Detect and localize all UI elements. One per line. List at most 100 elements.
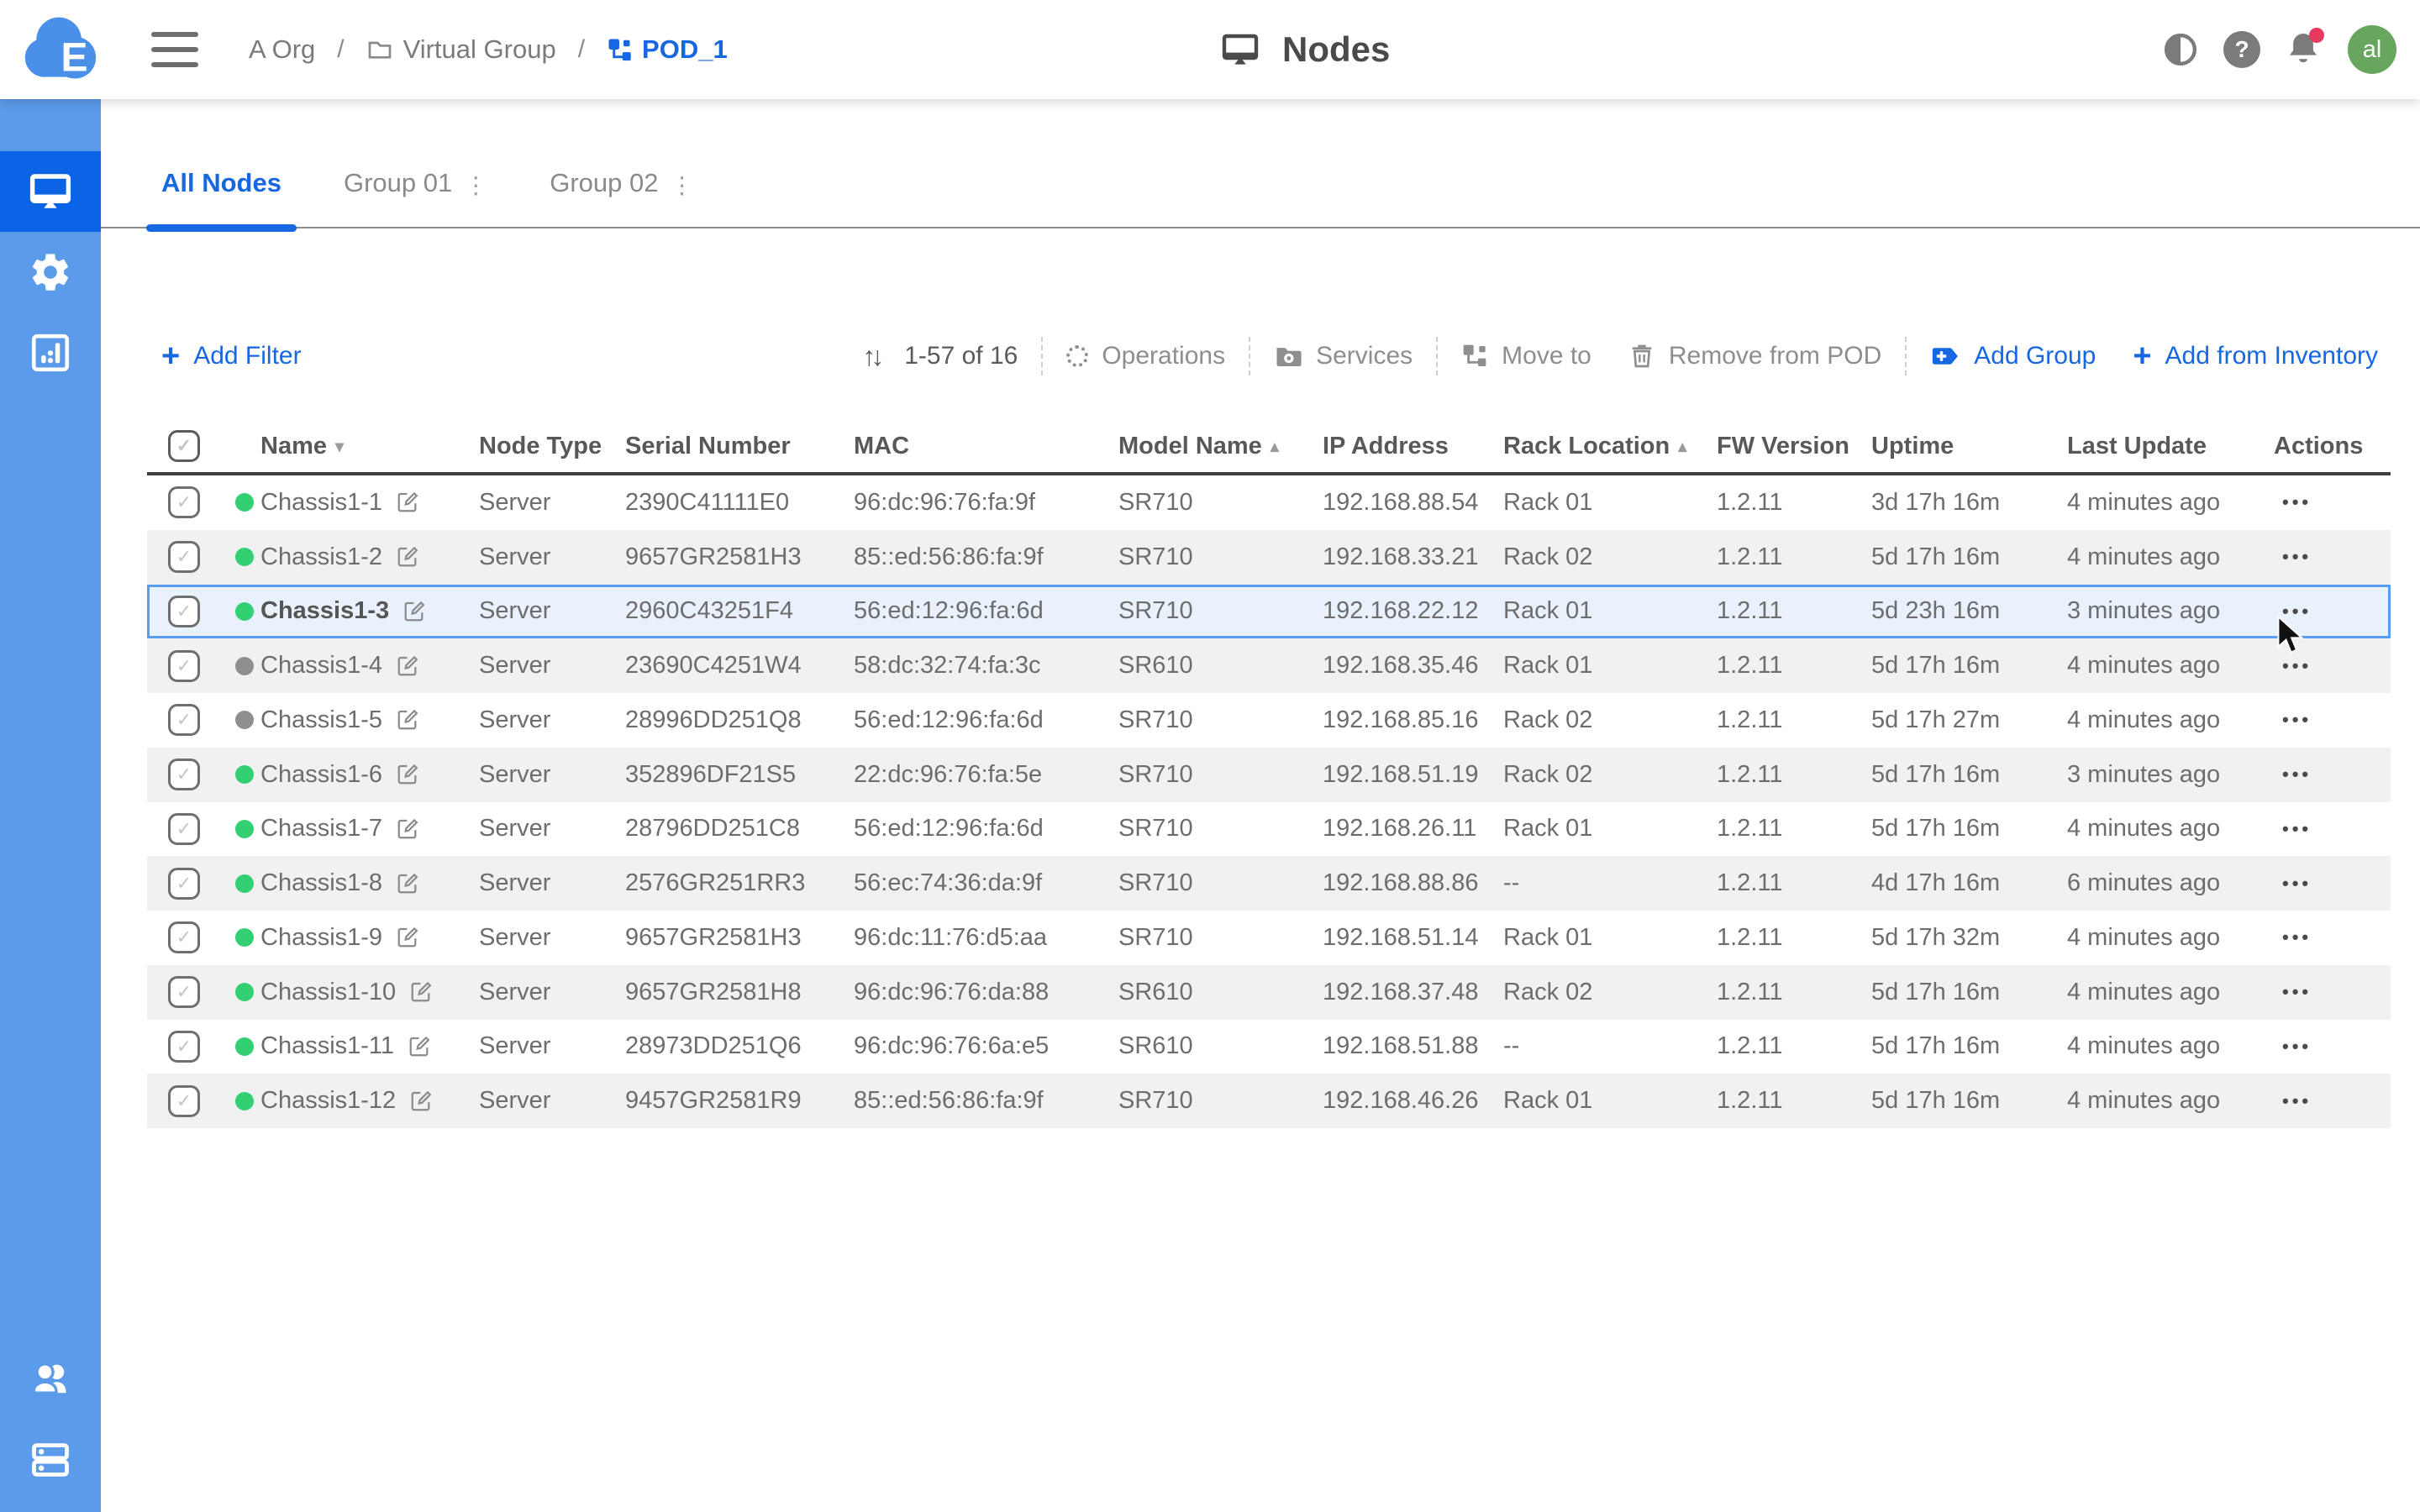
node-name-link[interactable]: Chassis1-8	[260, 869, 382, 897]
services-folder-icon	[1274, 342, 1302, 370]
row-actions-button[interactable]: •••	[2282, 546, 2312, 568]
sidebar-item-users[interactable]	[0, 1339, 101, 1420]
node-name-link[interactable]: Chassis1-9	[260, 924, 382, 952]
row-actions-button[interactable]: •••	[2282, 764, 2312, 785]
node-name-link[interactable]: Chassis1-10	[260, 979, 396, 1006]
column-header-mac[interactable]: MAC	[854, 433, 1118, 460]
node-name-link[interactable]: Chassis1-6	[260, 761, 382, 789]
table-row[interactable]: ✓Chassis1-6Server352896DF21S522:dc:96:76…	[147, 748, 2391, 802]
operations-button[interactable]: Operations	[1066, 342, 1225, 370]
tab-all-nodes[interactable]: All Nodes	[161, 139, 281, 228]
sidebar-item-nodes[interactable]	[0, 151, 101, 232]
row-actions-button[interactable]: •••	[2282, 981, 2312, 1003]
row-checkbox[interactable]: ✓	[168, 1085, 200, 1117]
edit-name-icon[interactable]	[396, 654, 419, 678]
row-actions-button[interactable]: •••	[2282, 709, 2312, 731]
add-group-button[interactable]: Add Group	[1930, 341, 2096, 371]
row-checkbox[interactable]: ✓	[168, 813, 200, 845]
edit-name-icon[interactable]	[396, 708, 419, 732]
edit-name-icon[interactable]	[396, 491, 419, 514]
row-actions-button[interactable]: •••	[2282, 601, 2312, 622]
node-name-link[interactable]: Chassis1-2	[260, 543, 382, 571]
row-checkbox[interactable]: ✓	[168, 704, 200, 736]
notifications-bell-icon[interactable]	[2284, 29, 2324, 70]
row-checkbox[interactable]: ✓	[168, 976, 200, 1008]
edit-name-icon[interactable]	[396, 817, 419, 841]
hamburger-menu-icon[interactable]	[151, 32, 198, 67]
row-actions-button[interactable]: •••	[2282, 927, 2312, 948]
edit-name-icon[interactable]	[408, 1035, 431, 1058]
table-row[interactable]: ✓Chassis1-11Server28973DD251Q696:dc:96:7…	[147, 1020, 2391, 1074]
column-header-actions[interactable]: Actions	[2274, 433, 2391, 460]
node-name-link[interactable]: Chassis1-11	[260, 1032, 394, 1060]
row-actions-button[interactable]: •••	[2282, 1036, 2312, 1058]
column-header-node-type[interactable]: Node Type	[479, 433, 625, 460]
edit-name-icon[interactable]	[396, 763, 419, 786]
services-button[interactable]: Services	[1274, 342, 1413, 370]
node-name-link[interactable]: Chassis1-5	[260, 706, 382, 734]
table-row[interactable]: ✓Chassis1-5Server28996DD251Q856:ed:12:96…	[147, 693, 2391, 748]
move-to-button[interactable]: Move to	[1461, 342, 1591, 370]
column-header-last-update[interactable]: Last Update	[2067, 433, 2274, 460]
row-actions-button[interactable]: •••	[2282, 818, 2312, 840]
edit-name-icon[interactable]	[396, 926, 419, 949]
edit-name-icon[interactable]	[409, 980, 433, 1004]
node-name-link[interactable]: Chassis1-7	[260, 815, 382, 843]
row-checkbox[interactable]: ✓	[168, 921, 200, 953]
theme-contrast-icon[interactable]	[2161, 30, 2200, 69]
table-row[interactable]: ✓Chassis1-9Server9657GR2581H396:dc:11:76…	[147, 911, 2391, 965]
breadcrumb-pod[interactable]: POD_1	[607, 34, 728, 65]
row-checkbox[interactable]: ✓	[168, 650, 200, 682]
remove-from-pod-button[interactable]: Remove from POD	[1628, 342, 1881, 370]
node-name-link[interactable]: Chassis1-3	[260, 597, 389, 625]
node-name-link[interactable]: Chassis1-4	[260, 652, 382, 680]
add-filter-button[interactable]: + Add Filter	[161, 340, 302, 372]
row-checkbox[interactable]: ✓	[168, 541, 200, 573]
node-name-link[interactable]: Chassis1-1	[260, 489, 382, 517]
row-actions-button[interactable]: •••	[2282, 491, 2312, 513]
edit-name-icon[interactable]	[396, 545, 419, 569]
column-header-fw-version[interactable]: FW Version	[1717, 433, 1871, 460]
sort-range-control[interactable]: ↑↓ 1-57 of 16	[862, 341, 1018, 372]
column-header-name[interactable]: Name▾	[260, 433, 479, 460]
sidebar-item-settings[interactable]	[0, 232, 101, 312]
table-row[interactable]: ✓Chassis1-2Server9657GR2581H385::ed:56:8…	[147, 530, 2391, 585]
tab-group-02[interactable]: Group 02⋮	[550, 139, 693, 228]
row-checkbox[interactable]: ✓	[168, 1031, 200, 1063]
table-row[interactable]: ✓Chassis1-12Server9457GR2581R985::ed:56:…	[147, 1074, 2391, 1128]
row-actions-button[interactable]: •••	[2282, 655, 2312, 677]
edit-name-icon[interactable]	[396, 872, 419, 895]
table-row[interactable]: ✓Chassis1-7Server28796DD251C856:ed:12:96…	[147, 802, 2391, 857]
breadcrumb-org[interactable]: A Org	[249, 34, 315, 65]
table-row[interactable]: ✓Chassis1-4Server23690C4251W458:dc:32:74…	[147, 638, 2391, 693]
select-all-checkbox[interactable]: ✓	[168, 430, 200, 462]
table-row[interactable]: ✓Chassis1-1Server2390C41111E096:dc:96:76…	[147, 475, 2391, 530]
column-header-rack-location[interactable]: Rack Location▴	[1503, 433, 1717, 460]
column-header-serial-number[interactable]: Serial Number	[625, 433, 854, 460]
edit-name-icon[interactable]	[402, 600, 426, 623]
tab-menu-kebab-icon[interactable]: ⋮	[671, 171, 694, 199]
breadcrumb-group[interactable]: Virtual Group	[366, 34, 556, 65]
tab-group-01[interactable]: Group 01⋮	[344, 139, 487, 228]
row-checkbox[interactable]: ✓	[168, 759, 200, 790]
column-header-ip-address[interactable]: IP Address	[1323, 433, 1503, 460]
table-row[interactable]: ✓Chassis1-10Server9657GR2581H896:dc:96:7…	[147, 965, 2391, 1020]
table-row[interactable]: ✓Chassis1-8Server2576GR251RR356:ec:74:36…	[147, 856, 2391, 911]
row-checkbox[interactable]: ✓	[168, 486, 200, 518]
help-icon[interactable]: ?	[2223, 31, 2260, 68]
sidebar-item-inventory[interactable]	[0, 1420, 101, 1500]
column-header-model-name[interactable]: Model Name▴	[1118, 433, 1323, 460]
add-from-inventory-button[interactable]: + Add from Inventory	[2133, 340, 2378, 372]
column-header-uptime[interactable]: Uptime	[1871, 433, 2067, 460]
table-row[interactable]: ✓Chassis1-3Server2960C43251F456:ed:12:96…	[147, 585, 2391, 639]
app-logo-cloud-icon[interactable]: E	[22, 12, 99, 87]
row-checkbox[interactable]: ✓	[168, 596, 200, 627]
tab-menu-kebab-icon[interactable]: ⋮	[464, 171, 487, 199]
row-actions-button[interactable]: •••	[2282, 1090, 2312, 1112]
avatar[interactable]: al	[2348, 25, 2396, 74]
row-checkbox[interactable]: ✓	[168, 868, 200, 900]
sidebar-item-analytics[interactable]	[0, 312, 101, 393]
node-name-link[interactable]: Chassis1-12	[260, 1087, 396, 1115]
edit-name-icon[interactable]	[409, 1089, 433, 1113]
row-actions-button[interactable]: •••	[2282, 873, 2312, 895]
